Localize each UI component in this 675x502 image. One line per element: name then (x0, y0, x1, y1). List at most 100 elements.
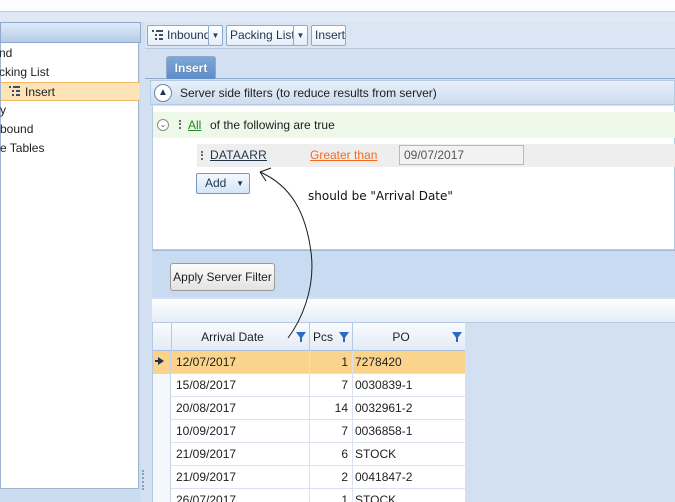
cell-pcs[interactable]: 7 (310, 420, 353, 443)
filter-criteria-row: DATAARR Greater than 09/07/2017 (197, 144, 675, 167)
nav-item-label: cking List (0, 65, 50, 79)
breadcrumb-packing-list-button[interactable]: Packing List (226, 25, 295, 46)
table-row[interactable]: 26/07/2017 1 STOCK (153, 489, 466, 502)
cell-pcs[interactable]: 1 (310, 351, 353, 374)
nav-item-label: Insert (25, 85, 56, 99)
cell-pcs[interactable]: 14 (310, 397, 353, 420)
nav-item-insert[interactable]: Insert (1, 82, 140, 101)
apply-filter-bar: Apply Server Filter (152, 250, 675, 297)
cell-po[interactable]: STOCK (353, 443, 466, 466)
filter-group-row: ⌄ All of the following are true (153, 112, 675, 138)
drag-grip-icon[interactable] (179, 120, 181, 129)
server-filter-title: Server side filters (to reduce results f… (180, 86, 437, 100)
cell-arrival-date[interactable]: 21/09/2017 (172, 466, 310, 489)
nav-item-label: e Tables (0, 141, 45, 155)
column-header-label: PO (392, 330, 410, 344)
row-indicator (153, 397, 171, 420)
nav-item-query[interactable]: y (0, 101, 6, 120)
filter-funnel-icon[interactable] (339, 332, 349, 342)
cell-pcs[interactable]: 1 (310, 489, 353, 502)
nav-item-label: nd (0, 46, 13, 60)
table-row[interactable]: 10/09/2017 7 0036858-1 (153, 420, 466, 443)
cell-arrival-date[interactable]: 10/09/2017 (172, 420, 310, 443)
row-indicator (153, 420, 171, 443)
table-row[interactable]: 15/08/2017 7 0030839-1 (153, 374, 466, 397)
cell-arrival-date[interactable]: 21/09/2017 (172, 443, 310, 466)
breadcrumb-label: Packing List (230, 28, 295, 42)
server-filter-header[interactable]: ▲ Server side filters (to reduce results… (150, 80, 675, 105)
breadcrumb-toolbar: Inbound ▼ Packing List ▼ Insert (145, 22, 675, 49)
cell-po[interactable]: 0032961-2 (353, 397, 466, 420)
tree-list-icon (152, 30, 163, 41)
column-header-label: Pcs (312, 330, 333, 344)
chevron-down-icon[interactable]: ▼ (208, 25, 223, 46)
criteria-operator-link[interactable]: Greater than (310, 144, 377, 167)
row-indicator (153, 489, 171, 502)
table-row[interactable]: 21/09/2017 2 0041847-2 (153, 466, 466, 489)
column-header-po[interactable]: PO (353, 323, 466, 351)
cell-po[interactable]: STOCK (353, 489, 466, 502)
cell-pcs[interactable]: 2 (310, 466, 353, 489)
table-row[interactable]: 21/09/2017 6 STOCK (153, 443, 466, 466)
cell-pcs[interactable]: 7 (310, 374, 353, 397)
add-button-label: Add (205, 176, 227, 190)
criteria-field-link[interactable]: DATAARR (210, 144, 267, 167)
filter-funnel-icon[interactable] (296, 332, 306, 342)
row-indicator-header (153, 323, 172, 351)
group-operator-link[interactable]: All (188, 112, 201, 138)
grid-empty-area (465, 323, 675, 502)
breadcrumb-label: Inbound (167, 28, 211, 42)
nav-item-label: y (0, 103, 6, 117)
cell-pcs[interactable]: 6 (310, 443, 353, 466)
column-header-label: Arrival Date (201, 330, 264, 344)
tab-insert[interactable]: Insert (166, 56, 216, 79)
row-indicator (153, 351, 171, 374)
row-pointer-icon (155, 357, 164, 365)
cell-po[interactable]: 0036858-1 (353, 420, 466, 443)
nav-item-packing-list[interactable]: cking List (0, 63, 49, 82)
tab-strip: Insert (145, 56, 675, 79)
grid-header-row: Arrival Date Pcs PO (153, 323, 466, 351)
row-indicator (153, 443, 171, 466)
group-condition-text: of the following are true (210, 118, 335, 132)
navigation-header (0, 22, 141, 43)
breadcrumb-inbound-button[interactable]: Inbound (147, 25, 211, 46)
table-row[interactable]: 12/07/2017 1 7278420 (153, 351, 466, 374)
breadcrumb-insert-button[interactable]: Insert (311, 25, 346, 46)
cell-po[interactable]: 7278420 (353, 351, 466, 374)
drag-grip-icon[interactable] (201, 151, 203, 160)
collapse-up-icon[interactable]: ▲ (154, 84, 172, 102)
chevron-down-icon[interactable]: ▼ (293, 25, 308, 46)
cell-po[interactable]: 0030839-1 (353, 374, 466, 397)
cell-arrival-date[interactable]: 12/07/2017 (172, 351, 310, 374)
window-top-strip (0, 0, 675, 12)
annotation-note: should be "Arrival Date" (308, 189, 453, 203)
navigation-tree: nd cking List Insert y bound e Tables (0, 43, 140, 489)
results-grid: Arrival Date Pcs PO 12/07/2017 1 7278420… (152, 323, 466, 502)
row-indicator (153, 374, 171, 397)
cell-arrival-date[interactable]: 20/08/2017 (172, 397, 310, 420)
grid-group-panel (152, 299, 675, 323)
table-row[interactable]: 20/08/2017 14 0032961-2 (153, 397, 466, 420)
nav-item-label: bound (0, 122, 34, 136)
tree-list-icon (9, 86, 20, 97)
nav-item-inbound[interactable]: nd (0, 44, 12, 63)
add-criteria-button[interactable]: Add ▼ (196, 173, 250, 194)
filter-funnel-icon[interactable] (452, 332, 462, 342)
nav-item-outbound[interactable]: bound (0, 120, 33, 139)
filter-editor: ⌄ All of the following are true DATAARR … (152, 106, 675, 250)
cell-arrival-date[interactable]: 26/07/2017 (172, 489, 310, 502)
nav-item-tables[interactable]: e Tables (0, 139, 44, 158)
cell-po[interactable]: 0041847-2 (353, 466, 466, 489)
column-header-arrival-date[interactable]: Arrival Date (172, 323, 310, 351)
criteria-value-field[interactable]: 09/07/2017 (399, 145, 524, 165)
breadcrumb-label: Insert (315, 28, 346, 42)
chevron-down-icon: ▼ (236, 179, 244, 188)
main-workspace: Insert ▲ Server side filters (to reduce … (145, 49, 675, 502)
cell-arrival-date[interactable]: 15/08/2017 (172, 374, 310, 397)
group-options-icon[interactable]: ⌄ (157, 119, 169, 131)
apply-server-filter-button[interactable]: Apply Server Filter (170, 263, 275, 291)
splitter-grip[interactable] (142, 470, 144, 490)
row-indicator (153, 466, 171, 489)
column-header-pcs[interactable]: Pcs (310, 323, 353, 351)
